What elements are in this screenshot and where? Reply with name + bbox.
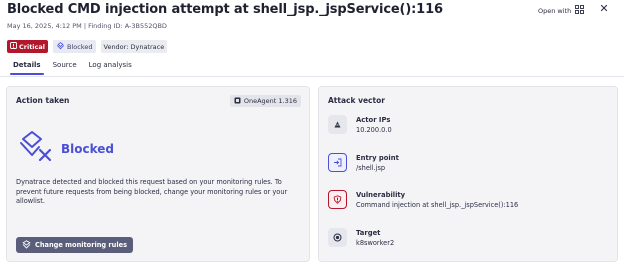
vector-item-label: Actor IPs [356, 116, 391, 124]
tab-label: Details [13, 61, 41, 69]
rules-shield-icon [22, 239, 31, 251]
vendor-badge-label: Vendor: Dynatrace [103, 42, 165, 51]
change-monitoring-rules-button[interactable]: Change monitoring rules [16, 237, 134, 253]
blocked-shield-icon [19, 129, 55, 169]
critical-icon [10, 42, 17, 51]
actor-icon [328, 115, 347, 134]
vector-item-label: Vulnerability [356, 191, 406, 199]
vector-item-entry-point: Entry point /shell.jsp [328, 153, 399, 172]
vector-item-target: Target k8sworker2 [328, 228, 394, 247]
action-taken-title: Action taken [16, 96, 70, 105]
oneagent-badge: OneAgent 1.316 [229, 95, 301, 107]
tab-log-analysis[interactable]: Log analysis [83, 56, 138, 75]
vector-item-value: Command injection at shell_jsp._jspServi… [356, 201, 519, 209]
action-description: Dynatrace detected and blocked this requ… [16, 178, 288, 205]
badge-row: Critical Blocked Vendor: Dynatrace [7, 40, 168, 53]
close-icon[interactable]: ✕ [598, 3, 610, 15]
tab-label: Log analysis [88, 61, 132, 69]
vector-item-value: 10.200.0.0 [356, 126, 392, 134]
finding-meta: May 16, 2025, 4:12 PM | Finding ID: A-3B… [7, 22, 167, 30]
target-icon [328, 228, 347, 247]
open-with-label: Open with [538, 6, 572, 15]
entry-point-icon [328, 153, 347, 172]
action-taken-card: Action taken OneAgent 1.316 Blocked Dyna… [6, 86, 310, 262]
attack-vector-card: Attack vector Actor IPs 10.200.0.0 Entry… [318, 86, 618, 262]
vendor-badge: Vendor: Dynatrace [100, 40, 168, 53]
blocked-shield-icon [56, 41, 65, 52]
blocked-badge: Blocked [53, 40, 96, 53]
severity-badge: Critical [7, 40, 49, 53]
attack-vector-title: Attack vector [328, 96, 385, 105]
oneagent-icon [234, 97, 241, 106]
tab-label: Source [52, 61, 77, 69]
apps-grid-icon [575, 5, 585, 16]
oneagent-label: OneAgent 1.316 [243, 97, 297, 105]
vector-item-label: Entry point [356, 154, 399, 162]
vulnerability-icon [328, 190, 347, 209]
vector-item-value: /shell.jsp [356, 164, 386, 172]
tab-source[interactable]: Source [47, 56, 83, 75]
vector-item-vulnerability: Vulnerability Command injection at shell… [328, 190, 518, 209]
blocked-status: Blocked [19, 129, 114, 169]
vector-item-actor-ips: Actor IPs 10.200.0.0 [328, 115, 392, 134]
blocked-badge-label: Blocked [67, 42, 93, 51]
vector-item-label: Target [356, 229, 381, 237]
tab-details[interactable]: Details [7, 56, 47, 75]
severity-badge-label: Critical [19, 42, 46, 51]
vector-item-value: k8sworker2 [356, 239, 395, 247]
open-with-button[interactable]: Open with [538, 5, 585, 16]
change-monitoring-rules-label: Change monitoring rules [35, 241, 128, 249]
page-title: Blocked CMD injection attempt at shell_j… [7, 2, 443, 17]
tab-bar: Details Source Log analysis [7, 56, 138, 75]
tab-divider [0, 76, 624, 77]
blocked-status-label: Blocked [61, 142, 115, 156]
